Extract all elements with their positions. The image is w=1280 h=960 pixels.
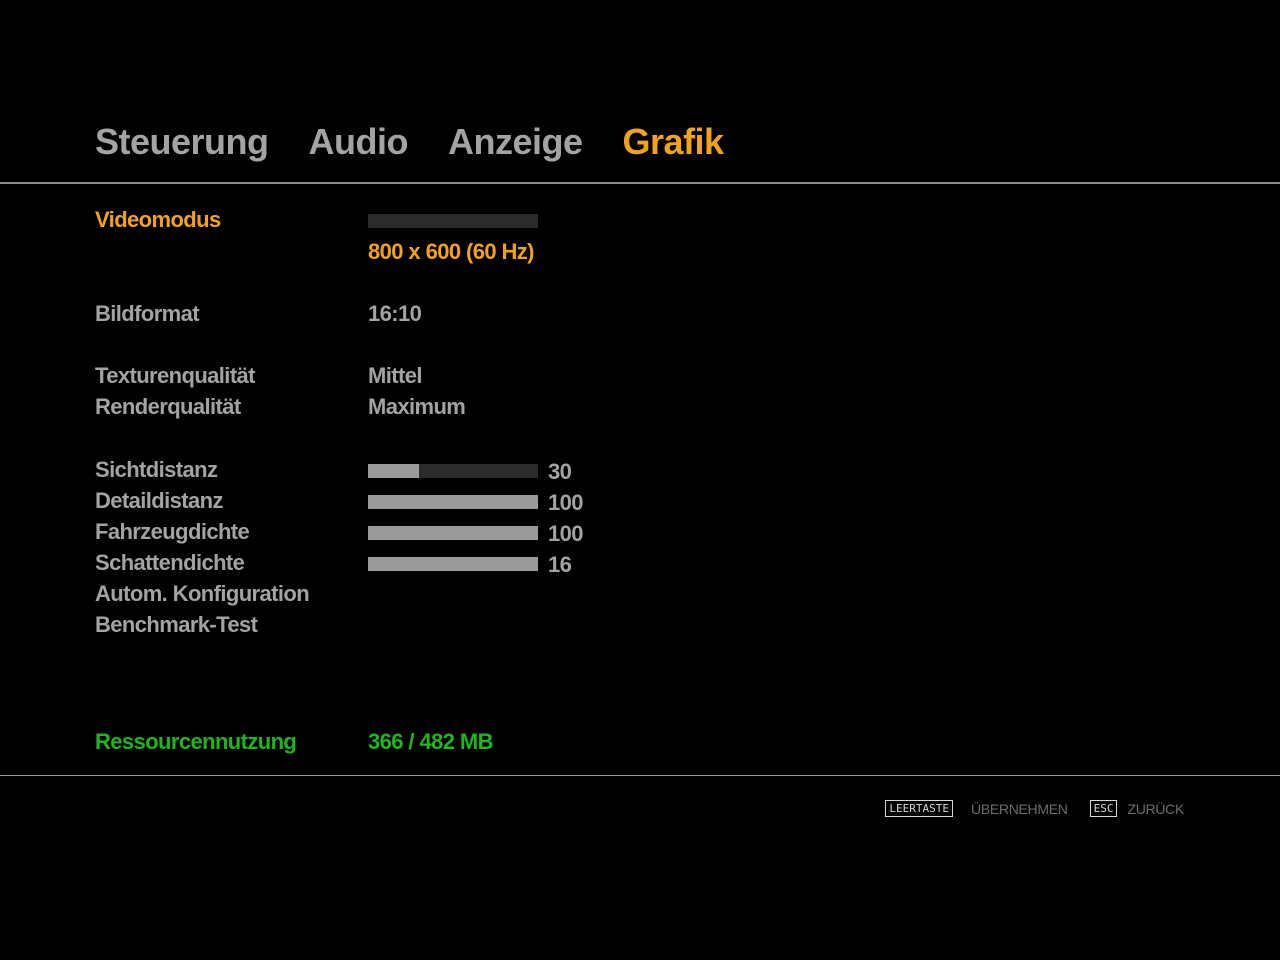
spacebar-key-icon[interactable]: LEERTASTE bbox=[885, 800, 954, 817]
slider-track[interactable] bbox=[368, 557, 538, 571]
back-label[interactable]: ZURÜCK bbox=[1127, 801, 1184, 817]
setting-value: 800 x 600 (60 Hz) bbox=[368, 239, 535, 264]
setting-label: Schattendichte bbox=[95, 550, 245, 575]
esc-key-icon[interactable]: ESC bbox=[1089, 800, 1118, 817]
resource-usage: Ressourcennutzung 366 / 482 MB bbox=[95, 728, 655, 756]
resource-usage-value: 366 / 482 MB bbox=[368, 729, 493, 754]
setting-detail-distance[interactable]: Detaildistanz 100 bbox=[95, 487, 655, 515]
setting-label: Renderqualität bbox=[95, 394, 241, 419]
footer-divider bbox=[0, 775, 1280, 776]
slider-fill bbox=[368, 495, 538, 509]
slider-value: 100 bbox=[548, 521, 584, 546]
setting-view-distance[interactable]: Sichtdistanz 30 bbox=[95, 456, 655, 484]
setting-value: 16:10 bbox=[368, 301, 422, 326]
slider-track[interactable] bbox=[368, 495, 538, 509]
setting-render-quality[interactable]: Renderqualität Maximum bbox=[95, 393, 655, 421]
slider-value: 30 bbox=[548, 459, 572, 484]
setting-videomode[interactable]: Videomodus 800 x 600 (60 Hz) bbox=[95, 206, 655, 266]
setting-shadow-density[interactable]: Schattendichte 16 bbox=[95, 549, 655, 577]
slider-value: 16 bbox=[548, 552, 572, 577]
setting-label: Sichtdistanz bbox=[95, 457, 218, 482]
slider-track[interactable] bbox=[368, 526, 538, 540]
setting-label: Autom. Konfiguration bbox=[95, 581, 310, 606]
footer-controls: LEERTASTE ÜBERNEHMEN ESC ZURÜCK bbox=[885, 800, 1184, 817]
setting-label: Benchmark-Test bbox=[95, 612, 258, 637]
slider-fill bbox=[368, 557, 538, 571]
slider-track[interactable] bbox=[368, 464, 538, 478]
slider-fill bbox=[368, 526, 538, 540]
setting-value: Maximum bbox=[368, 394, 466, 419]
setting-label: Fahrzeugdichte bbox=[95, 519, 250, 544]
slider-value: 100 bbox=[548, 490, 584, 515]
apply-label[interactable]: ÜBERNEHMEN bbox=[971, 801, 1068, 817]
resource-usage-label: Ressourcennutzung bbox=[95, 729, 297, 754]
graphics-settings-screen: Steuerung Audio Anzeige Grafik Videomodu… bbox=[0, 0, 1280, 960]
slider-fill bbox=[368, 464, 419, 478]
setting-label: Bildformat bbox=[95, 301, 200, 326]
setting-benchmark[interactable]: Benchmark-Test bbox=[95, 611, 655, 639]
videomode-selector-bar[interactable] bbox=[368, 214, 538, 228]
setting-vehicle-density[interactable]: Fahrzeugdichte 100 bbox=[95, 518, 655, 546]
setting-aspect-ratio[interactable]: Bildformat 16:10 bbox=[95, 300, 655, 328]
setting-auto-config[interactable]: Autom. Konfiguration bbox=[95, 580, 655, 608]
setting-value: Mittel bbox=[368, 363, 422, 388]
setting-texture-quality[interactable]: Texturenqualität Mittel bbox=[95, 362, 655, 390]
setting-label: Texturenqualität bbox=[95, 363, 256, 388]
setting-label: Detaildistanz bbox=[95, 488, 224, 513]
settings-list: Videomodus 800 x 600 (60 Hz) Bildformat … bbox=[95, 0, 695, 780]
setting-label: Videomodus bbox=[95, 207, 221, 232]
